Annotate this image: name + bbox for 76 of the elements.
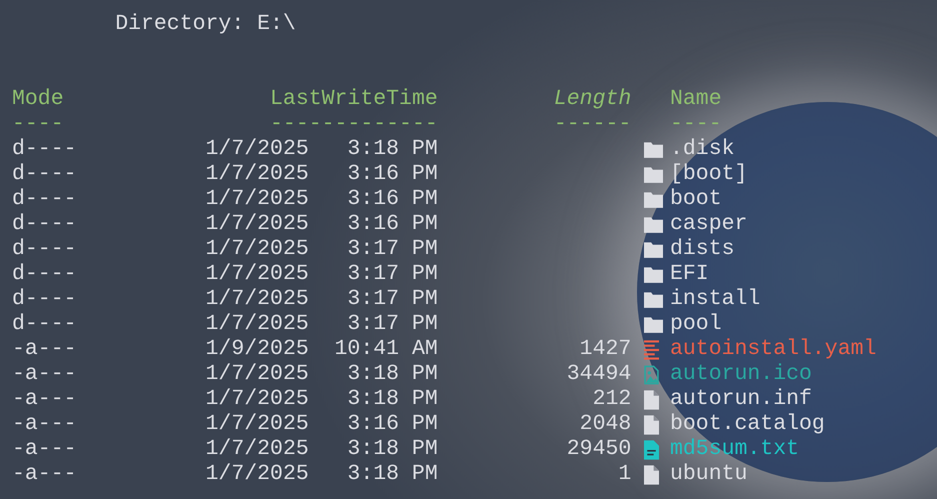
time-text: 3:17 PM <box>346 287 438 312</box>
mode-text: d---- <box>12 312 78 337</box>
mode-text: d---- <box>12 187 78 212</box>
directory-label: Directory: E:\ <box>115 12 296 36</box>
time-text: 3:17 PM <box>346 262 438 287</box>
column-header: LastWriteTime <box>269 87 438 112</box>
length-text: 1427 <box>578 337 632 362</box>
mode-text: d---- <box>12 162 78 187</box>
time-text: 3:18 PM <box>346 362 438 387</box>
date-text: 1/7/2025 <box>206 237 309 262</box>
length-text: 29450 <box>566 437 632 462</box>
file-name: .disk <box>670 137 734 162</box>
time-text: 3:16 PM <box>346 187 438 212</box>
mode-text: -a--- <box>12 387 78 412</box>
time-text: 3:17 PM <box>346 312 438 337</box>
file-name: EFI <box>670 262 709 287</box>
length-text: 1 <box>617 462 632 487</box>
mode-text: -a--- <box>12 462 78 487</box>
file-name: autorun.ico <box>670 362 812 387</box>
header-underline: ---- <box>12 112 65 137</box>
time-text: 3:18 PM <box>346 387 438 412</box>
time-text: 3:16 PM <box>346 412 438 437</box>
file-icon <box>644 414 660 434</box>
file-icon <box>644 464 660 484</box>
date-text: 1/7/2025 <box>206 412 309 437</box>
mode-text: -a--- <box>12 362 78 387</box>
header-underline: ------------- <box>269 112 438 137</box>
column-header: Length <box>552 87 632 112</box>
date-text: 1/7/2025 <box>206 362 309 387</box>
time-text: 3:16 PM <box>346 162 438 187</box>
header-underline: ------ <box>552 112 632 137</box>
header-underline: ---- <box>670 112 722 137</box>
folder-icon <box>644 166 664 183</box>
file-name: ubuntu <box>670 462 748 487</box>
file-name: dists <box>670 237 734 262</box>
date-text: 1/7/2025 <box>206 187 309 212</box>
mode-text: d---- <box>12 137 78 162</box>
length-text: 34494 <box>566 362 632 387</box>
mode-text: -a--- <box>12 437 78 462</box>
time-text: 3:16 PM <box>346 212 438 237</box>
date-text: 1/7/2025 <box>206 462 309 487</box>
date-text: 1/7/2025 <box>206 287 309 312</box>
date-text: 1/7/2025 <box>206 312 309 337</box>
date-text: 1/7/2025 <box>206 437 309 462</box>
file-name: [boot] <box>670 162 748 187</box>
mode-text: -a--- <box>12 412 78 437</box>
length-text: 212 <box>592 387 632 412</box>
mode-text: d---- <box>12 212 78 237</box>
date-text: 1/7/2025 <box>206 162 309 187</box>
file-name: install <box>670 287 760 312</box>
date-text: 1/7/2025 <box>206 212 309 237</box>
file-icon <box>644 390 660 410</box>
file-name: casper <box>670 212 748 237</box>
file-name: autoinstall.yaml <box>670 337 876 362</box>
time-text: 3:18 PM <box>346 462 438 487</box>
column-header: Mode <box>12 87 65 112</box>
mode-text: d---- <box>12 287 78 312</box>
mode-text: -a--- <box>12 337 78 362</box>
time-text: 3:17 PM <box>346 237 438 262</box>
file-name: pool <box>670 312 722 337</box>
file-name: boot <box>670 187 722 212</box>
time-text: 3:18 PM <box>346 137 438 162</box>
folder-icon <box>644 191 664 208</box>
folder-icon <box>644 141 664 158</box>
date-text: 1/9/2025 <box>206 337 309 362</box>
date-text: 1/7/2025 <box>206 387 309 412</box>
time-text: 10:41 AM <box>334 337 438 362</box>
file-name: autorun.inf <box>670 387 812 412</box>
date-text: 1/7/2025 <box>206 137 309 162</box>
time-text: 3:18 PM <box>346 437 438 462</box>
mode-text: d---- <box>12 262 78 287</box>
file-name: boot.catalog <box>670 412 825 437</box>
date-text: 1/7/2025 <box>206 262 309 287</box>
column-header: Name <box>670 87 722 112</box>
mode-text: d---- <box>12 237 78 262</box>
length-text: 2048 <box>578 412 632 437</box>
